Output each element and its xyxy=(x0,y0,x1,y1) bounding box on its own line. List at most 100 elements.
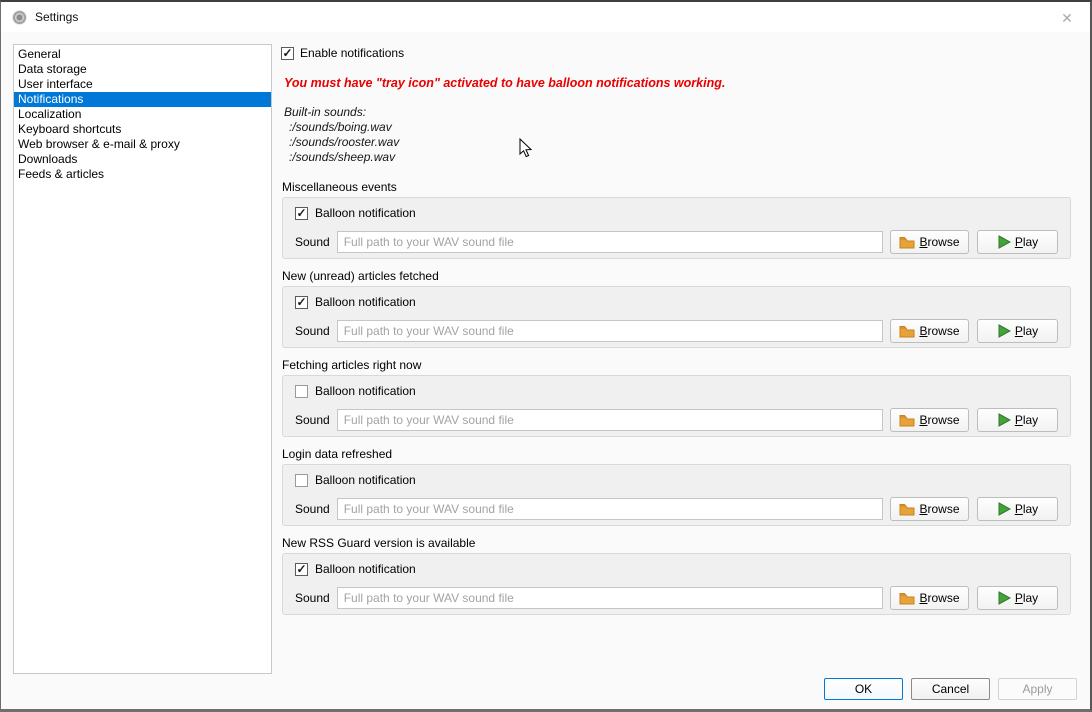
ok-button[interactable]: OK xyxy=(824,678,903,700)
play-icon xyxy=(997,502,1011,516)
play-button-label: Play xyxy=(1015,502,1038,516)
dialog-buttons: OK Cancel Apply xyxy=(824,678,1077,700)
folder-icon xyxy=(899,414,915,427)
play-button-label: Play xyxy=(1015,413,1038,427)
play-button[interactable]: Play xyxy=(977,586,1058,610)
sound-label: Sound xyxy=(295,413,330,427)
section-title: New RSS Guard version is available xyxy=(282,536,1071,551)
play-button[interactable]: Play xyxy=(977,497,1058,521)
builtin-sounds-header: Built-in sounds: xyxy=(284,105,399,120)
folder-icon xyxy=(899,236,915,249)
sound-row: Sound Browse Play xyxy=(295,497,1058,521)
sound-row: Sound Browse Play xyxy=(295,586,1058,610)
browse-button-label: Browse xyxy=(919,324,959,338)
sound-row: Sound Browse Play xyxy=(295,230,1058,254)
checkbox-icon[interactable] xyxy=(281,47,294,60)
sound-label: Sound xyxy=(295,591,330,605)
balloon-notification-checkbox[interactable]: Balloon notification xyxy=(295,472,1058,488)
notification-section: Miscellaneous events Balloon notificatio… xyxy=(282,180,1071,259)
section-title: Fetching articles right now xyxy=(282,358,1071,373)
play-button-label: Play xyxy=(1015,324,1038,338)
window-title: Settings xyxy=(35,10,78,24)
sidebar-item-web-browser-proxy[interactable]: Web browser & e-mail & proxy xyxy=(14,137,271,152)
browse-button-label: Browse xyxy=(919,502,959,516)
balloon-notification-checkbox[interactable]: Balloon notification xyxy=(295,205,1058,221)
section-title: Miscellaneous events xyxy=(282,180,1071,195)
play-button[interactable]: Play xyxy=(977,319,1058,343)
section-groupbox: Balloon notification Sound Browse xyxy=(282,286,1071,348)
tray-icon-warning-text: You must have "tray icon" activated to h… xyxy=(284,76,725,90)
sidebar-item-feeds-articles[interactable]: Feeds & articles xyxy=(14,167,271,182)
play-icon xyxy=(997,235,1011,249)
settings-category-list: General Data storage User interface Noti… xyxy=(13,44,272,674)
balloon-notification-label: Balloon notification xyxy=(315,295,416,309)
play-button-label: Play xyxy=(1015,235,1038,249)
balloon-notification-checkbox[interactable]: Balloon notification xyxy=(295,561,1058,577)
sidebar-item-keyboard-shortcuts[interactable]: Keyboard shortcuts xyxy=(14,122,271,137)
balloon-notification-label: Balloon notification xyxy=(315,562,416,576)
builtin-sound-path: :/sounds/sheep.wav xyxy=(284,150,399,165)
apply-button[interactable]: Apply xyxy=(998,678,1077,700)
folder-icon xyxy=(899,325,915,338)
sound-path-input[interactable] xyxy=(337,231,883,253)
section-groupbox: Balloon notification Sound Browse xyxy=(282,464,1071,526)
cancel-button[interactable]: Cancel xyxy=(911,678,990,700)
browse-button[interactable]: Browse xyxy=(890,319,969,343)
builtin-sound-path: :/sounds/boing.wav xyxy=(284,120,399,135)
play-icon xyxy=(997,591,1011,605)
close-icon[interactable]: ✕ xyxy=(1056,8,1078,28)
browse-button[interactable]: Browse xyxy=(890,408,969,432)
sidebar-item-data-storage[interactable]: Data storage xyxy=(14,62,271,77)
title-bar: Settings ✕ xyxy=(1,2,1090,32)
folder-icon xyxy=(899,592,915,605)
enable-notifications-label: Enable notifications xyxy=(300,46,404,60)
enable-notifications-checkbox[interactable]: Enable notifications xyxy=(281,46,404,60)
sidebar-item-downloads[interactable]: Downloads xyxy=(14,152,271,167)
checkbox-icon[interactable] xyxy=(295,474,308,487)
play-button[interactable]: Play xyxy=(977,408,1058,432)
play-icon xyxy=(997,324,1011,338)
sound-row: Sound Browse Play xyxy=(295,319,1058,343)
sidebar-item-notifications[interactable]: Notifications xyxy=(14,92,271,107)
section-title: New (unread) articles fetched xyxy=(282,269,1071,284)
settings-gear-icon xyxy=(12,10,27,25)
notification-sections: Miscellaneous events Balloon notificatio… xyxy=(282,180,1071,625)
sidebar-item-localization[interactable]: Localization xyxy=(14,107,271,122)
section-groupbox: Balloon notification Sound Browse xyxy=(282,375,1071,437)
browse-button[interactable]: Browse xyxy=(890,586,969,610)
notification-section: New RSS Guard version is available Ballo… xyxy=(282,536,1071,615)
sidebar-item-general[interactable]: General xyxy=(14,47,271,62)
sound-path-input[interactable] xyxy=(337,498,883,520)
sound-label: Sound xyxy=(295,502,330,516)
balloon-notification-label: Balloon notification xyxy=(315,206,416,220)
checkbox-icon[interactable] xyxy=(295,563,308,576)
checkbox-icon[interactable] xyxy=(295,207,308,220)
mouse-cursor xyxy=(519,138,532,158)
builtin-sound-path: :/sounds/rooster.wav xyxy=(284,135,399,150)
sound-path-input[interactable] xyxy=(337,409,883,431)
section-groupbox: Balloon notification Sound Browse xyxy=(282,197,1071,259)
sound-label: Sound xyxy=(295,235,330,249)
sound-label: Sound xyxy=(295,324,330,338)
sidebar-item-user-interface[interactable]: User interface xyxy=(14,77,271,92)
settings-dialog: Settings ✕ General Data storage User int… xyxy=(0,0,1092,712)
builtin-sounds-block: Built-in sounds: :/sounds/boing.wav :/so… xyxy=(284,105,399,165)
browse-button-label: Browse xyxy=(919,591,959,605)
sound-row: Sound Browse Play xyxy=(295,408,1058,432)
balloon-notification-label: Balloon notification xyxy=(315,473,416,487)
sound-path-input[interactable] xyxy=(337,320,883,342)
folder-icon xyxy=(899,503,915,516)
balloon-notification-label: Balloon notification xyxy=(315,384,416,398)
notification-section: Fetching articles right now Balloon noti… xyxy=(282,358,1071,437)
notification-section: New (unread) articles fetched Balloon no… xyxy=(282,269,1071,348)
play-button-label: Play xyxy=(1015,591,1038,605)
browse-button-label: Browse xyxy=(919,235,959,249)
checkbox-icon[interactable] xyxy=(295,385,308,398)
sound-path-input[interactable] xyxy=(337,587,883,609)
balloon-notification-checkbox[interactable]: Balloon notification xyxy=(295,383,1058,399)
browse-button[interactable]: Browse xyxy=(890,497,969,521)
browse-button[interactable]: Browse xyxy=(890,230,969,254)
play-button[interactable]: Play xyxy=(977,230,1058,254)
balloon-notification-checkbox[interactable]: Balloon notification xyxy=(295,294,1058,310)
checkbox-icon[interactable] xyxy=(295,296,308,309)
